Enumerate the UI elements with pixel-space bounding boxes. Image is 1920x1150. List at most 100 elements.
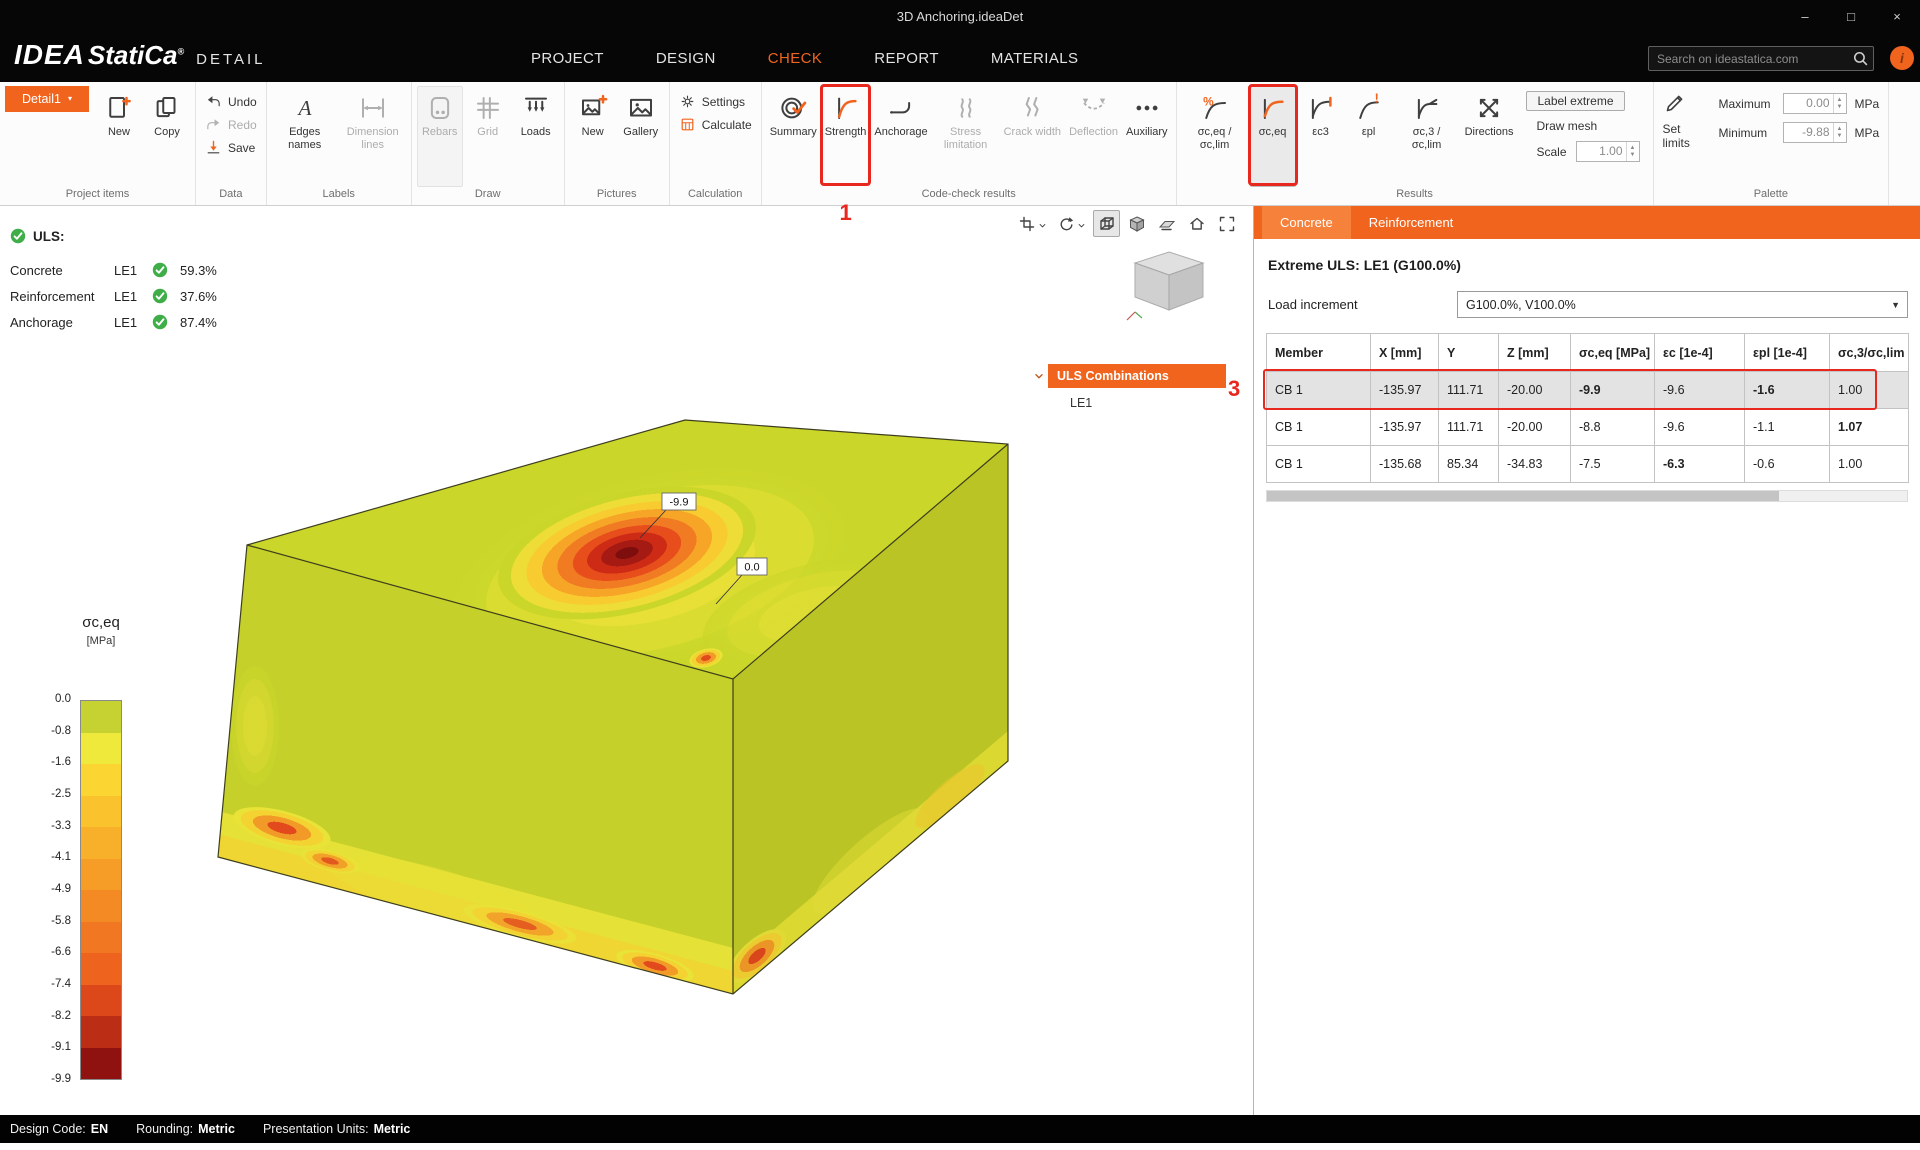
- spin-up-icon[interactable]: ▲: [1837, 97, 1843, 104]
- load-increment-dropdown[interactable]: G100.0%, V100.0% ▼: [1457, 291, 1908, 318]
- column-header-2[interactable]: Y: [1439, 334, 1499, 372]
- directions-button[interactable]: Directions: [1462, 86, 1517, 187]
- tab-concrete[interactable]: Concrete: [1262, 206, 1351, 239]
- loads-button[interactable]: Loads: [513, 86, 559, 187]
- cell-2-4: -7.5: [1571, 446, 1655, 483]
- summary-row-reinforcement[interactable]: ReinforcementLE137.6%: [10, 283, 217, 309]
- summary-row-concrete[interactable]: ConcreteLE159.3%: [10, 257, 217, 283]
- crack-width-button[interactable]: Crack width: [1001, 86, 1064, 187]
- column-header-1[interactable]: X [mm]: [1371, 334, 1439, 372]
- summary-icon: [778, 93, 808, 123]
- deflection-button[interactable]: Deflection: [1066, 86, 1121, 187]
- wireframe-view-button[interactable]: [1093, 210, 1120, 237]
- scrollbar-thumb[interactable]: [1267, 491, 1779, 501]
- spinner-arrows-icon[interactable]: ▲▼: [1833, 123, 1846, 142]
- column-header-6[interactable]: εpl [1e-4]: [1745, 334, 1830, 372]
- column-header-3[interactable]: Z [mm]: [1499, 334, 1571, 372]
- c3-button[interactable]: εc3: [1298, 86, 1344, 187]
- menu-item-design[interactable]: DESIGN: [630, 34, 742, 82]
- search-icon[interactable]: [1852, 50, 1869, 67]
- undo-button[interactable]: Undo: [205, 93, 257, 110]
- spin-up-icon[interactable]: ▲: [1837, 126, 1843, 133]
- solid-view-button[interactable]: [1123, 210, 1150, 237]
- color-band: [81, 701, 121, 733]
- c-eq-c-lim-button[interactable]: %σc,eq / σc,lim: [1182, 86, 1248, 187]
- home-view-button[interactable]: [1183, 210, 1210, 237]
- combination-item-le1[interactable]: LE1: [1048, 388, 1226, 410]
- search-input[interactable]: [1648, 46, 1874, 71]
- check-icon: [152, 262, 168, 278]
- auxiliary-button[interactable]: Auxiliary: [1123, 86, 1171, 187]
- c-eq-button[interactable]: σc,eq2: [1250, 86, 1296, 187]
- calculate-button[interactable]: Calculate: [679, 116, 752, 133]
- set-limits-button[interactable]: Set limits: [1663, 122, 1701, 151]
- fit-view-button[interactable]: [1213, 210, 1240, 237]
- c-3-c-lim-button[interactable]: σc,3 / σc,lim: [1394, 86, 1460, 187]
- draw-mesh-toggle[interactable]: Draw mesh: [1526, 117, 1607, 135]
- grid-button[interactable]: Grid: [465, 86, 511, 187]
- maximize-button[interactable]: □: [1828, 0, 1874, 32]
- scale-tick-label: -3.3: [51, 820, 71, 832]
- column-header-4[interactable]: σc,eq [MPa]: [1571, 334, 1655, 372]
- table-row-2[interactable]: CB 1-135.6885.34-34.83-7.5-6.3-0.61.00: [1267, 446, 1909, 483]
- dimension-lines-button[interactable]: Dimension lines: [340, 86, 406, 187]
- spinner-arrows-icon[interactable]: ▲▼: [1626, 142, 1639, 161]
- close-button[interactable]: ×: [1874, 0, 1920, 32]
- info-button[interactable]: i: [1890, 46, 1914, 70]
- menu-item-project[interactable]: PROJECT: [505, 34, 630, 82]
- table-row-0[interactable]: CB 1-135.97111.71-20.00-9.9-9.6-1.61.00: [1267, 372, 1909, 409]
- rebars-button[interactable]: Rebars: [417, 86, 463, 187]
- minimize-button[interactable]: –: [1782, 0, 1828, 32]
- rotate-view-button[interactable]: [1054, 210, 1090, 237]
- spin-down-icon[interactable]: ▼: [1837, 133, 1843, 140]
- spinner-arrows-icon[interactable]: ▲▼: [1833, 94, 1846, 113]
- annotation-number-1: 1: [823, 200, 869, 226]
- viewport-3d[interactable]: -9.9 0.0 ULS:ConcreteLE159.3%Reinforceme…: [0, 206, 1252, 1115]
- column-header-0[interactable]: Member: [1267, 334, 1371, 372]
- table-row-1[interactable]: CB 1-135.97111.71-20.00-8.8-9.6-1.11.07: [1267, 409, 1909, 446]
- new-button[interactable]: New: [570, 86, 616, 187]
- pl-button[interactable]: !εpl: [1346, 86, 1392, 187]
- tab-reinforcement[interactable]: Reinforcement: [1351, 206, 1472, 239]
- load-increment-row: Load increment G100.0%, V100.0% ▼: [1268, 291, 1908, 318]
- copy-button[interactable]: Copy: [144, 86, 190, 187]
- scale-input[interactable]: 1.00▲▼: [1576, 141, 1640, 162]
- navigation-cube[interactable]: [1122, 246, 1216, 332]
- spin-down-icon[interactable]: ▼: [1630, 152, 1636, 159]
- check-icon: [10, 228, 26, 244]
- redo-button[interactable]: Redo: [205, 116, 257, 133]
- stress-limitation-button[interactable]: Stress limitation: [933, 86, 999, 187]
- column-header-7[interactable]: σc,3/σc,lim: [1830, 334, 1909, 372]
- undo-icon: [205, 93, 222, 110]
- section-view-button[interactable]: [1015, 210, 1051, 237]
- new-button[interactable]: New: [96, 86, 142, 187]
- spin-down-icon[interactable]: ▼: [1837, 104, 1843, 111]
- menu-item-materials[interactable]: MATERIALS: [965, 34, 1105, 82]
- cell-1-7: 1.07: [1830, 409, 1909, 446]
- edges-names-button[interactable]: AEdges names: [272, 86, 338, 187]
- combinations-panel: ULS CombinationsLE1: [1032, 364, 1226, 410]
- summary-button[interactable]: Summary: [767, 86, 820, 187]
- anchorage-button[interactable]: Anchorage: [871, 86, 930, 187]
- peak-value-label: -9.9: [670, 497, 689, 509]
- save-button[interactable]: Save: [205, 139, 257, 156]
- window-title: 3D Anchoring.ideaDet: [0, 9, 1920, 24]
- gallery-button[interactable]: Gallery: [618, 86, 664, 187]
- label-extreme-toggle[interactable]: Label extreme: [1526, 91, 1624, 111]
- summary-row-anchorage[interactable]: AnchorageLE187.4%: [10, 309, 217, 335]
- settings-button[interactable]: Settings: [679, 93, 752, 110]
- save-icon: [205, 139, 222, 156]
- uls-combinations-header[interactable]: ULS Combinations: [1048, 364, 1226, 388]
- spin-up-icon[interactable]: ▲: [1630, 145, 1636, 152]
- detail-tab-button[interactable]: Detail1▾: [5, 86, 89, 112]
- horizontal-scrollbar[interactable]: [1266, 490, 1908, 502]
- strength-button[interactable]: Strength1: [822, 86, 870, 187]
- cell-2-2: 85.34: [1439, 446, 1499, 483]
- menu-item-report[interactable]: REPORT: [848, 34, 965, 82]
- minimum-input[interactable]: -9.88▲▼: [1783, 122, 1847, 143]
- clip-plane-view-button[interactable]: [1153, 210, 1180, 237]
- menu-item-check[interactable]: CHECK: [742, 34, 849, 82]
- column-header-5[interactable]: εc [1e-4]: [1655, 334, 1745, 372]
- maximum-input[interactable]: 0.00▲▼: [1783, 93, 1847, 114]
- load-increment-label: Load increment: [1268, 297, 1457, 312]
